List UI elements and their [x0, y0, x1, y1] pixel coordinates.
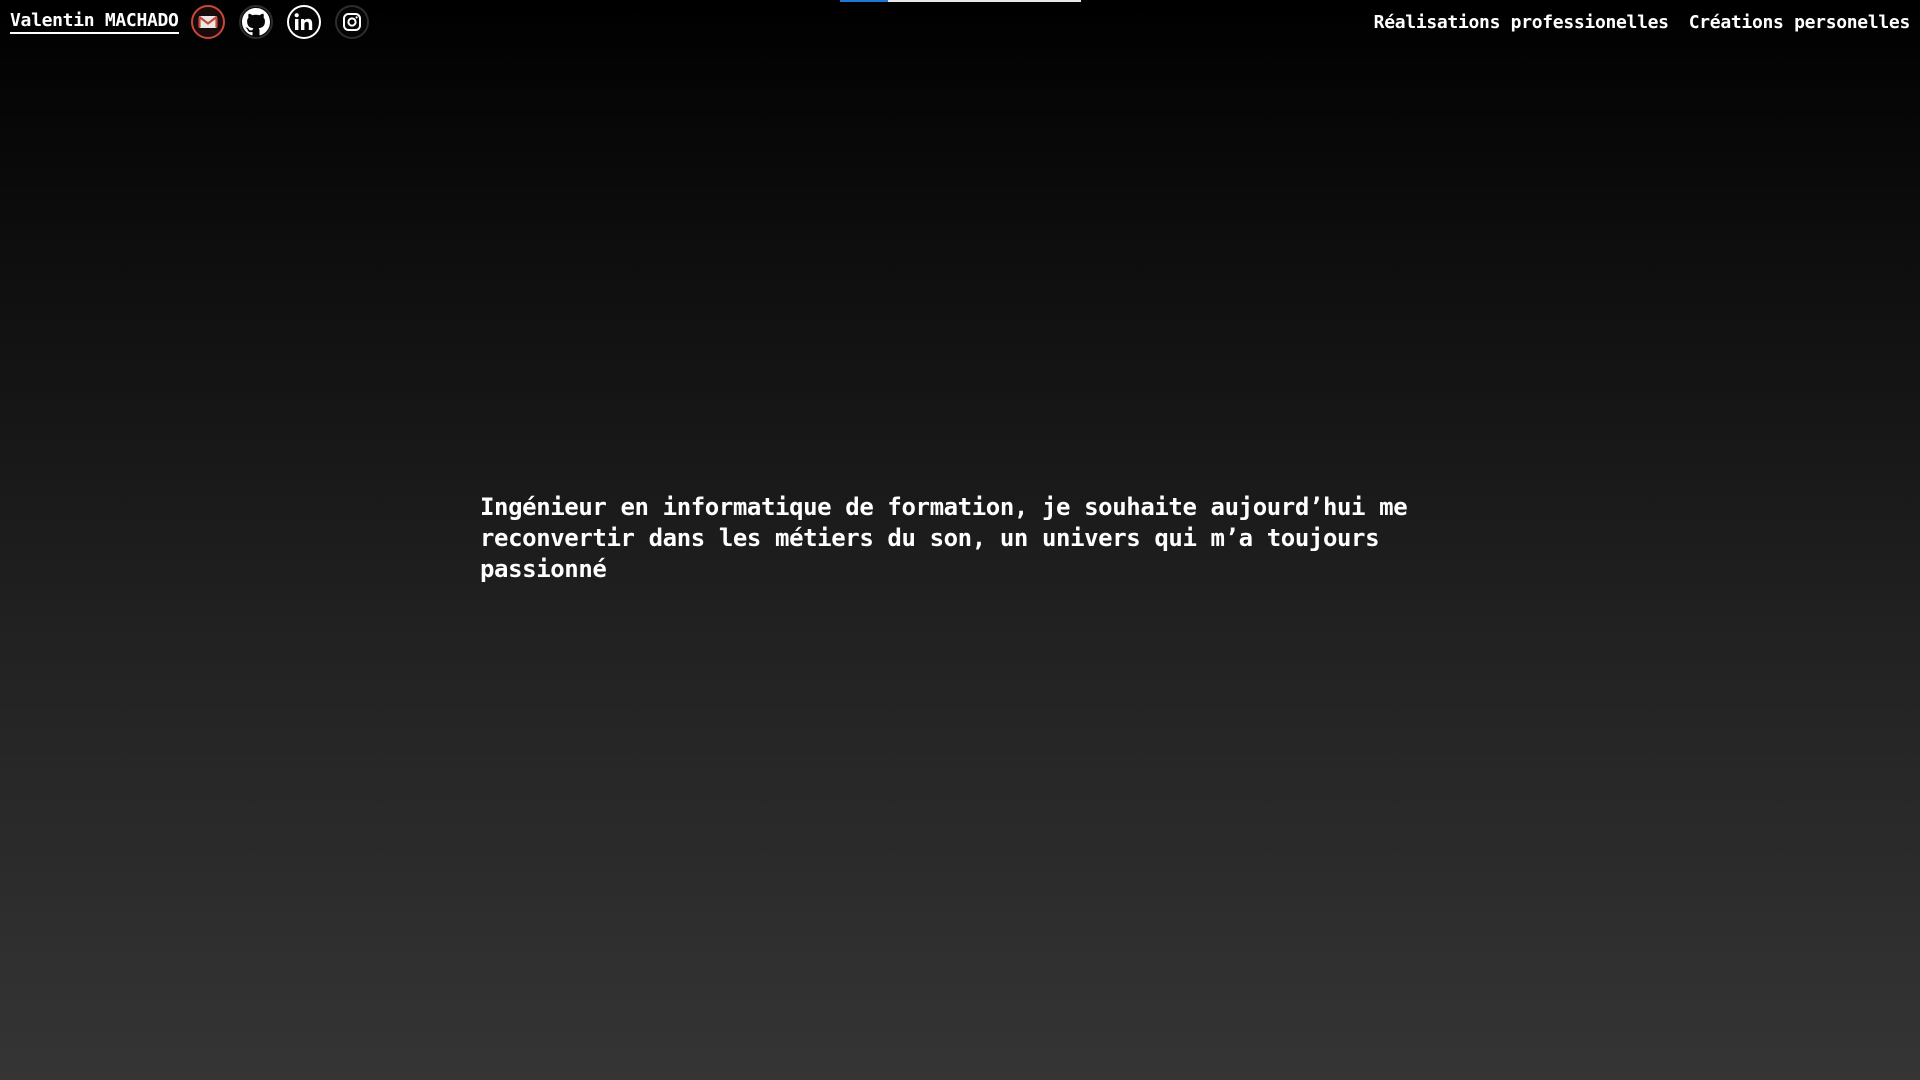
site-name-link[interactable]: Valentin MACHADO [10, 10, 179, 34]
nav-personal-creations[interactable]: Créations personelles [1689, 12, 1911, 33]
instagram-link[interactable] [334, 5, 369, 39]
github-link[interactable] [238, 5, 273, 39]
main-nav: Réalisations professionelles Créations p… [1354, 12, 1911, 33]
email-link[interactable] [190, 5, 225, 39]
github-icon [241, 8, 270, 36]
instagram-icon [342, 12, 362, 32]
brand-area: Valentin MACHADO [10, 5, 383, 39]
intro-text: Ingénieur en informatique de formation, … [480, 493, 1408, 583]
mail-icon [197, 14, 218, 30]
linkedin-link[interactable] [286, 5, 321, 39]
linkedin-icon [293, 12, 315, 32]
site-header: Valentin MACHADO Réalisations profession… [0, 0, 1920, 44]
nav-professional-work[interactable]: Réalisations professionelles [1374, 12, 1669, 33]
